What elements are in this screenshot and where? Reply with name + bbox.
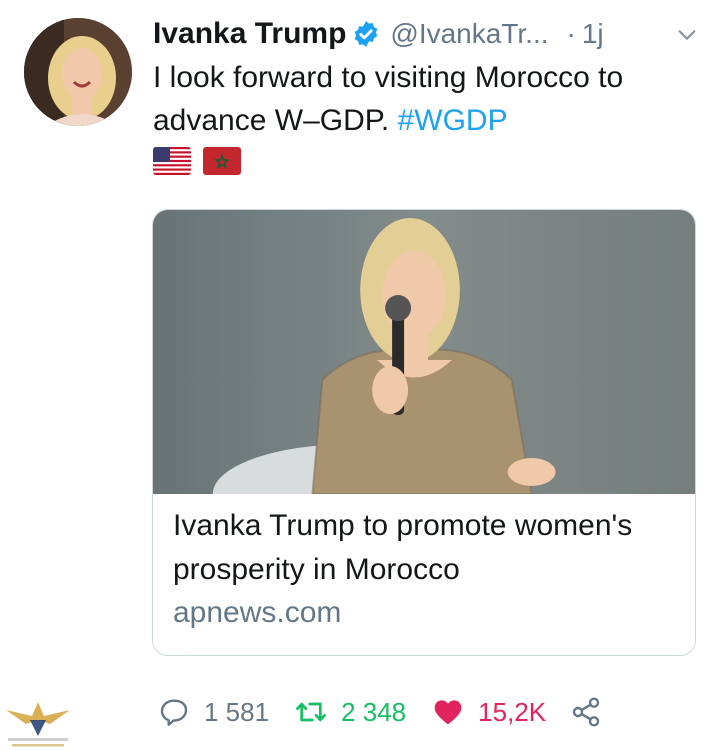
chevron-down-icon[interactable] bbox=[676, 24, 698, 46]
retweet-button[interactable]: 2 348 bbox=[295, 696, 406, 728]
verified-badge-icon bbox=[355, 21, 378, 47]
link-preview-card[interactable]: Ivanka Trump to promote women's prosperi… bbox=[152, 209, 696, 656]
separator-dot: · bbox=[566, 18, 576, 49]
tweet-header: Ivanka Trump @IvankaTr... · 1j bbox=[153, 14, 700, 54]
tweet-body: I look forward to visiting Morocco to ad… bbox=[153, 61, 624, 137]
share-button[interactable] bbox=[570, 696, 602, 728]
retweet-count: 2 348 bbox=[341, 696, 407, 727]
author-avatar[interactable] bbox=[24, 18, 132, 126]
heart-icon bbox=[434, 700, 462, 725]
like-button[interactable]: 15,2K bbox=[432, 696, 546, 728]
like-count: 15,2K bbox=[478, 696, 547, 727]
morocco-flag-icon bbox=[203, 147, 241, 175]
reply-count: 1 581 bbox=[204, 696, 270, 727]
watermark-logo bbox=[2, 690, 74, 750]
tweet-timestamp[interactable]: 1j bbox=[582, 18, 604, 50]
card-domain: apnews.com bbox=[173, 596, 342, 629]
avatar-photo bbox=[24, 18, 132, 126]
author-handle[interactable]: @IvankaTr... bbox=[390, 18, 548, 50]
retweet-icon bbox=[296, 702, 327, 722]
reply-icon bbox=[160, 699, 188, 726]
article-image bbox=[153, 210, 695, 494]
share-icon bbox=[572, 697, 600, 727]
reply-button[interactable]: 1 581 bbox=[158, 696, 269, 728]
us-flag-icon bbox=[153, 147, 191, 175]
tweet-text: I look forward to visiting Morocco to ad… bbox=[153, 56, 693, 142]
author-name[interactable]: Ivanka Trump bbox=[153, 17, 346, 51]
card-title[interactable]: Ivanka Trump to promote women's prosperi… bbox=[173, 504, 675, 592]
tweet-actions: 1 581 2 348 15,2K bbox=[158, 692, 602, 732]
flag-emojis bbox=[153, 147, 241, 175]
hashtag-link[interactable]: #WGDP bbox=[398, 104, 508, 137]
